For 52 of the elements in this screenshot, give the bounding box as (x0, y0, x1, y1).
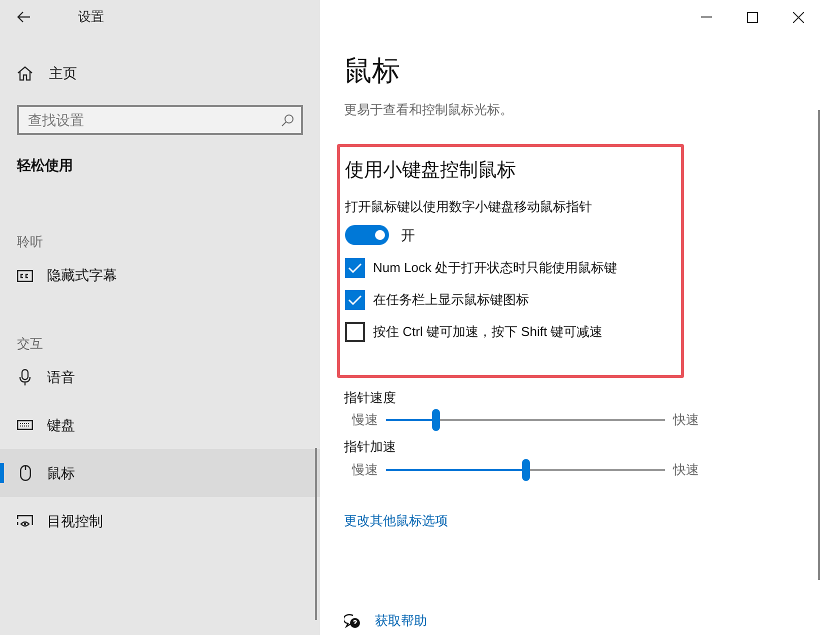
max-label: 快速 (673, 460, 699, 479)
help-chat-icon (344, 613, 361, 629)
scrollbar[interactable] (818, 110, 820, 580)
slider-thumb[interactable] (522, 458, 530, 480)
toggle-label: 打开鼠标键以使用数字小键盘移动鼠标指针 (345, 198, 592, 216)
checkmark-icon (348, 294, 362, 304)
more-options-link[interactable]: 更改其他鼠标选项 (344, 510, 448, 530)
toggle-switch[interactable] (345, 225, 389, 245)
search-icon (281, 114, 294, 127)
microphone-icon (19, 368, 31, 386)
keyboard-icon (17, 420, 33, 430)
close-icon (792, 12, 804, 22)
slider-label: 指针加速 (344, 438, 396, 456)
mouse-icon (20, 465, 30, 481)
checkbox[interactable] (345, 322, 365, 342)
section-title: 轻松使用 (16, 156, 73, 175)
search-field[interactable]: 查找设置 (17, 105, 303, 135)
toggle-state: 开 (401, 226, 415, 244)
home-icon (17, 66, 33, 80)
group-heading: 聆听 (16, 233, 43, 251)
checkbox-label: Num Lock 处于打开状态时只能使用鼠标键 (373, 258, 618, 277)
minimize-icon (700, 16, 712, 18)
scrollbar[interactable] (315, 448, 317, 620)
slider-track[interactable] (386, 409, 665, 431)
min-label: 慢速 (352, 411, 378, 430)
nav-item[interactable]: 目视控制 (0, 497, 320, 545)
eye-monitor-icon (17, 514, 33, 528)
checkbox[interactable] (345, 258, 365, 278)
slider-label: 指针速度 (344, 388, 396, 406)
checkmark-icon (348, 262, 362, 272)
checkbox-label: 在任务栏上显示鼠标键图标 (373, 290, 529, 309)
maximize-icon (746, 12, 758, 22)
selection-indicator (0, 463, 4, 483)
nav-item[interactable]: 语音 (0, 353, 320, 401)
closed-captions-icon (17, 270, 33, 282)
window-title: 设置 (78, 8, 104, 26)
nav-item[interactable]: 键盘 (0, 401, 320, 449)
checkbox-label: 按住 Ctrl 键可加速，按下 Shift 键可减速 (373, 322, 603, 341)
min-label: 慢速 (352, 460, 378, 479)
slider-thumb[interactable] (432, 409, 440, 431)
section-heading: 使用小键盘控制鼠标 (345, 158, 516, 182)
get-help-link[interactable]: 获取帮助 (375, 611, 427, 631)
nav-item[interactable]: 鼠标 (0, 449, 320, 497)
slider-track[interactable] (386, 458, 665, 480)
max-label: 快速 (673, 411, 699, 430)
nav-item[interactable]: 隐藏式字幕 (0, 252, 320, 300)
checkbox[interactable] (345, 290, 365, 310)
page-description: 更易于查看和控制鼠标光标。 (344, 101, 513, 119)
back-arrow-icon[interactable] (17, 11, 31, 23)
page-title: 鼠标 (344, 54, 400, 88)
group-heading: 交互 (16, 334, 43, 352)
home-item[interactable]: 主页 (0, 49, 85, 97)
